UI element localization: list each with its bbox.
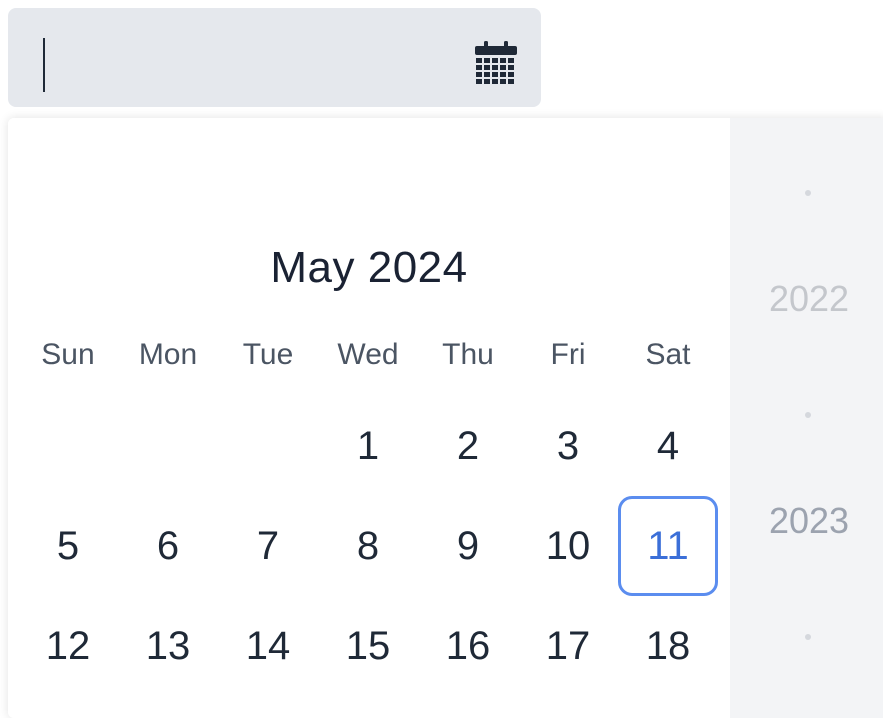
weekday-label: Tue	[242, 338, 294, 371]
day-cell[interactable]: 17	[518, 596, 618, 696]
calendar-icon	[475, 41, 517, 84]
month-title: May 2024	[270, 243, 468, 292]
day-cell-focused[interactable]: 11	[618, 496, 718, 596]
year-separator-dot	[805, 412, 811, 418]
weekday-header: Sun Mon Tue Wed Thu Fri Sat	[8, 338, 730, 378]
calendar-panel: May 2024 Sun Mon Tue Wed Thu Fri Sat 1 2…	[8, 118, 730, 718]
day-cell[interactable]: 6	[118, 496, 218, 596]
year-picker[interactable]: 2022 2023	[730, 118, 883, 718]
date-field[interactable]	[48, 28, 452, 90]
day-cell[interactable]: 12	[18, 596, 118, 696]
date-input[interactable]	[8, 8, 541, 107]
weekday-label: Sun	[41, 338, 95, 371]
day-cell[interactable]: 13	[118, 596, 218, 696]
day-cell[interactable]: 7	[218, 496, 318, 596]
day-cell[interactable]: 2	[418, 396, 518, 496]
day-cell[interactable]: 16	[418, 596, 518, 696]
weekday-label: Mon	[138, 338, 198, 371]
day-cell[interactable]: 5	[18, 496, 118, 596]
year-option[interactable]: 2022	[730, 278, 883, 320]
year-separator-dot	[805, 634, 811, 640]
weekday-label: Wed	[337, 338, 399, 371]
day-cell[interactable]: 9	[418, 496, 518, 596]
date-picker-popup: May 2024 Sun Mon Tue Wed Thu Fri Sat 1 2…	[8, 118, 883, 718]
weekday-label: Thu	[442, 338, 494, 371]
text-caret	[43, 38, 45, 92]
weekday-label: Fri	[550, 338, 586, 371]
day-cell[interactable]: 15	[318, 596, 418, 696]
day-cell[interactable]: 14	[218, 596, 318, 696]
day-cell[interactable]: 4	[618, 396, 718, 496]
day-cell[interactable]: 3	[518, 396, 618, 496]
calendar-button[interactable]	[470, 38, 522, 90]
day-cell[interactable]: 18	[618, 596, 718, 696]
day-cell[interactable]: 8	[318, 496, 418, 596]
weekday-label: Sat	[645, 338, 691, 371]
year-option[interactable]: 2023	[730, 500, 883, 542]
day-cell[interactable]: 10	[518, 496, 618, 596]
year-separator-dot	[805, 190, 811, 196]
day-cell[interactable]: 1	[318, 396, 418, 496]
